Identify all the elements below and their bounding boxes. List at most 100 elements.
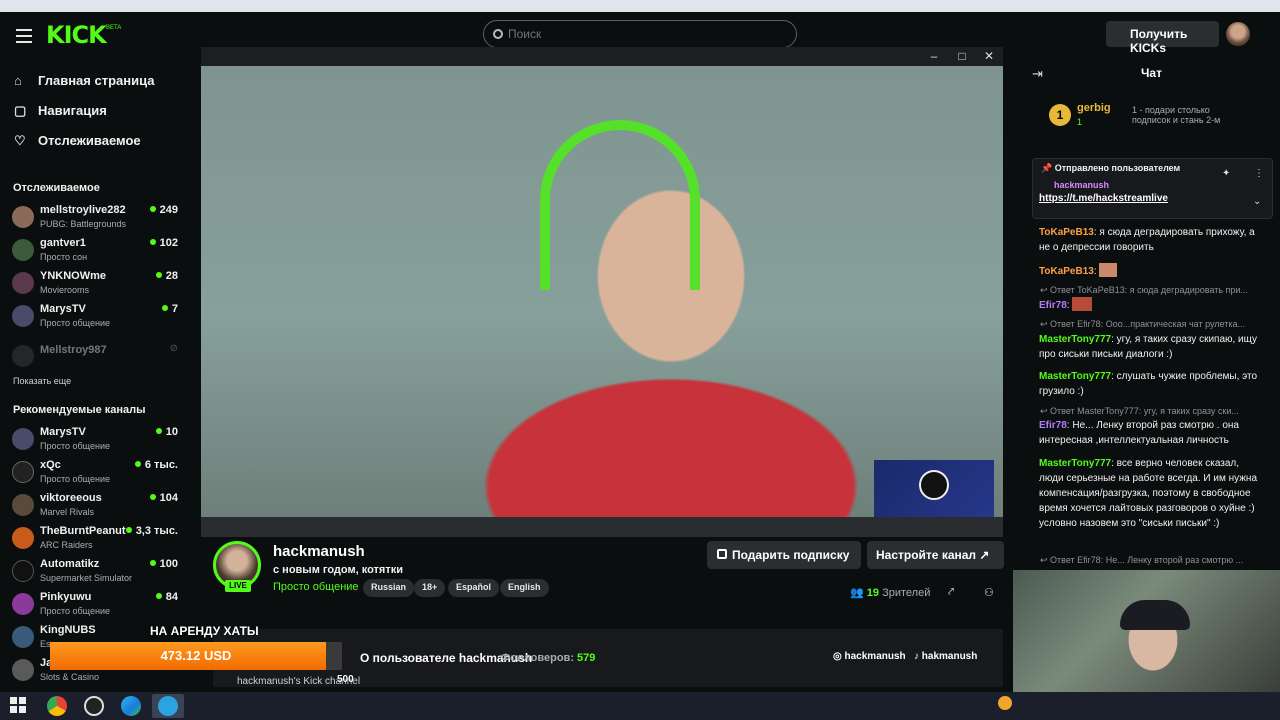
search-input[interactable] bbox=[508, 27, 788, 41]
show-more-link[interactable]: Показать еще bbox=[13, 376, 71, 386]
recommended-channel[interactable]: Automatikz Supermarket Simulator 100 bbox=[12, 556, 180, 588]
more-options-icon[interactable]: ⋮ bbox=[1254, 168, 1264, 179]
chat-username[interactable]: MasterTony777 bbox=[1039, 371, 1111, 382]
video-headset-shape bbox=[540, 120, 700, 290]
live-badge: LIVE bbox=[225, 580, 251, 592]
offline-icon: ⊘ bbox=[169, 343, 178, 354]
emote-icon bbox=[1099, 263, 1118, 277]
following-channel-offline[interactable]: Mellstroy987 ⊘ bbox=[12, 341, 180, 373]
top-gifter-count: 1 bbox=[1077, 117, 1083, 127]
recommended-channel[interactable]: TheBurntPeanut ARC Raiders 3,3 тыс. bbox=[12, 523, 180, 555]
video-controls-bar[interactable] bbox=[201, 517, 1003, 537]
webcam-overlay bbox=[1013, 570, 1280, 692]
nav-home[interactable]: ⌂ Главная страница bbox=[14, 73, 154, 88]
chat-reply: ↩ Ответ Efir78: Не... Ленку второй раз с… bbox=[1040, 555, 1244, 565]
nav-browse[interactable]: ▢ Навигация bbox=[14, 103, 107, 119]
chat-message: MasterTony777: все верно человек сказал,… bbox=[1039, 458, 1258, 529]
setup-channel-button[interactable]: Настройте канал ↗ bbox=[867, 541, 1004, 569]
nav-home-label: Главная страница bbox=[38, 73, 155, 88]
chevron-down-icon[interactable]: ⌄ bbox=[1253, 196, 1261, 207]
channel-category: Marvel Rivals bbox=[40, 507, 95, 517]
obs-icon bbox=[919, 470, 949, 500]
channel-avatar bbox=[12, 593, 34, 615]
maximize-icon[interactable]: □ bbox=[950, 47, 974, 65]
chat-title: Чат bbox=[1141, 66, 1162, 80]
setup-channel-label: Настройте канал bbox=[876, 548, 977, 562]
os-taskbar bbox=[0, 692, 1280, 720]
pinned-by-label: Отправлено пользователем bbox=[1054, 163, 1181, 173]
channel-name: Mellstroy987 bbox=[40, 344, 107, 356]
gift-icon bbox=[717, 549, 727, 559]
obs-taskbar-icon[interactable] bbox=[84, 696, 104, 716]
channel-avatar bbox=[12, 305, 34, 327]
menu-icon[interactable] bbox=[16, 29, 32, 43]
share-icon[interactable]: ⤤ bbox=[948, 586, 954, 599]
nav-following[interactable]: ♡ Отслеживаемое bbox=[14, 133, 141, 149]
tiktok-handle: hakmanush bbox=[921, 651, 978, 662]
top-gifter-name[interactable]: gerbig bbox=[1077, 102, 1111, 114]
beta-label: BETA bbox=[106, 25, 122, 31]
minimize-icon[interactable]: – bbox=[922, 47, 946, 65]
following-channel[interactable]: MarysTV Просто общение 7 bbox=[12, 301, 180, 333]
viewers-count: 19 bbox=[866, 587, 880, 599]
user-settings-icon[interactable]: ⚇ bbox=[984, 586, 994, 599]
tag-pill[interactable]: 18+ bbox=[414, 579, 446, 597]
night-mode-icon[interactable] bbox=[998, 696, 1012, 710]
chat-username[interactable]: ToKaPeB13 bbox=[1039, 227, 1094, 238]
gift-subscription-button[interactable]: Подарить подписку bbox=[707, 541, 861, 569]
windows-start-icon[interactable] bbox=[10, 697, 26, 713]
user-avatar[interactable] bbox=[1226, 22, 1250, 46]
viewer-counter: 👥 19 Зрителей bbox=[850, 586, 930, 599]
channel-name: Pinkyuwu bbox=[40, 591, 92, 603]
pinned-username[interactable]: hackmanush bbox=[1054, 180, 1109, 190]
telegram-icon[interactable] bbox=[158, 696, 178, 716]
channel-category: ARC Raiders bbox=[40, 540, 93, 550]
stream-category-link[interactable]: Просто общение bbox=[273, 581, 359, 593]
tiktok-link[interactable]: ♪ hakmanush bbox=[914, 651, 977, 662]
chat-username[interactable]: ToKaPeB13 bbox=[1039, 266, 1094, 277]
kick-logo[interactable]: KICK bbox=[46, 21, 107, 49]
chat-username[interactable]: MasterTony777 bbox=[1039, 334, 1111, 345]
collapse-chat-icon[interactable]: ⇥ bbox=[1032, 66, 1043, 82]
channel-avatar bbox=[12, 206, 34, 228]
chat-reply: ↩ Ответ Efir78: Ооо...практическая чат р… bbox=[1040, 319, 1246, 329]
chat-message: ToKaPeB13: я сюда деградировать прихожу,… bbox=[1039, 227, 1255, 253]
channel-category: Просто сон bbox=[40, 252, 88, 262]
following-channel[interactable]: mellstroylive282 PUBG: Battlegrounds 249 bbox=[12, 202, 180, 234]
chat-message: MasterTony777: слушать чужие проблемы, э… bbox=[1039, 371, 1258, 397]
get-kicks-button[interactable]: Получить KICKs bbox=[1106, 21, 1219, 55]
chat-username[interactable]: Efir78 bbox=[1039, 420, 1067, 431]
chat-message: MasterTony777: угу, я таких сразу скипаю… bbox=[1039, 334, 1257, 360]
following-channel[interactable]: YNKNOWme Movierooms 28 bbox=[12, 268, 180, 300]
instagram-link[interactable]: ◎ hackmanush bbox=[833, 651, 906, 662]
chat-reply: ↩ Ответ ToKaPeB13: я сюда деградировать … bbox=[1040, 285, 1248, 295]
donation-amount: 473.12 USD bbox=[160, 648, 232, 663]
external-link-icon: ↗ bbox=[979, 548, 990, 562]
chat-username[interactable]: Efir78 bbox=[1039, 300, 1067, 311]
chrome-icon[interactable] bbox=[47, 696, 67, 716]
channel-avatar bbox=[12, 527, 34, 549]
recommended-channel[interactable]: viktoreeous Marvel Rivals 104 bbox=[12, 490, 180, 522]
channel-avatar bbox=[12, 461, 34, 483]
channel-name: xQc bbox=[40, 459, 61, 471]
recommended-channel[interactable]: xQc Просто общение 6 тыс. bbox=[12, 457, 180, 489]
tag-pill[interactable]: Russian bbox=[363, 579, 415, 597]
browser-tab-strip bbox=[0, 0, 1280, 12]
tiktok-icon: ♪ bbox=[914, 651, 919, 662]
following-channel[interactable]: gantver1 Просто сон 102 bbox=[12, 235, 180, 267]
chat-message: ToKaPeB13: bbox=[1039, 263, 1261, 279]
instagram-icon: ◎ bbox=[833, 651, 842, 662]
channel-category: Просто общение bbox=[40, 474, 110, 484]
tag-pill[interactable]: Español bbox=[448, 579, 500, 597]
channel-category: Supermarket Simulator bbox=[40, 573, 133, 583]
pinned-link[interactable]: https://t.me/hackstreamlive bbox=[1039, 193, 1168, 204]
streamer-name[interactable]: hackmanush bbox=[273, 543, 365, 560]
unpin-icon[interactable]: ✦ bbox=[1222, 168, 1230, 179]
tag-pill[interactable]: English bbox=[500, 579, 549, 597]
reply-text: Ответ MasterTony777: угу, я таких сразу … bbox=[1050, 406, 1239, 416]
chat-username[interactable]: MasterTony777 bbox=[1039, 458, 1111, 469]
edge-icon[interactable] bbox=[121, 696, 141, 716]
recommended-channel[interactable]: MarysTV Просто общение 10 bbox=[12, 424, 180, 456]
close-icon[interactable]: ✕ bbox=[977, 47, 1001, 65]
recommended-channel[interactable]: Pinkyuwu Просто общение 84 bbox=[12, 589, 180, 621]
